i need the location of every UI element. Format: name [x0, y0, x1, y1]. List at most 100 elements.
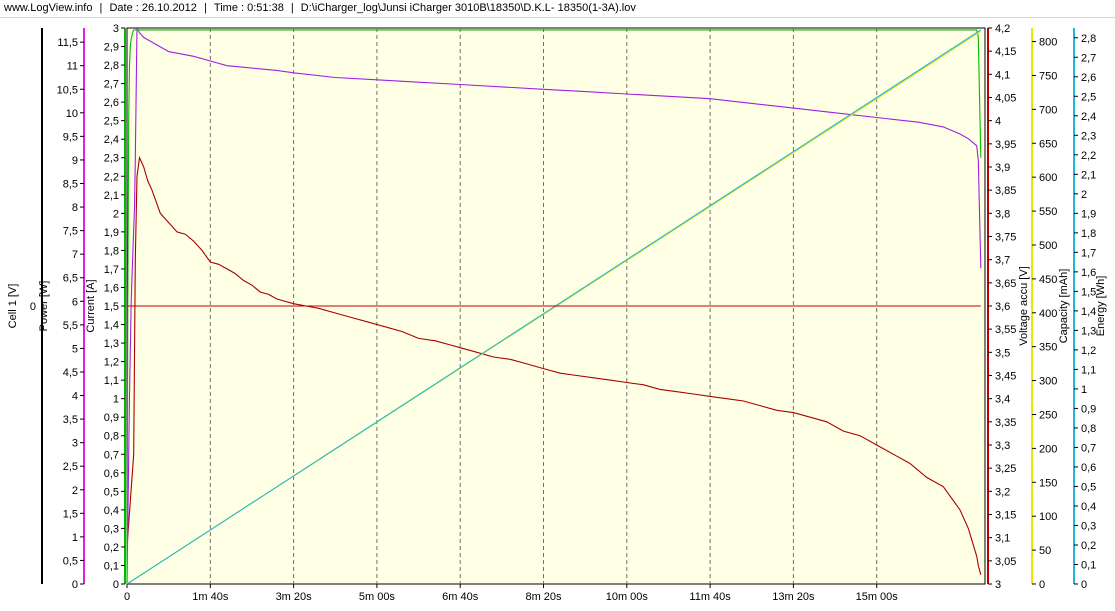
- current-tick-label: 2,6: [104, 97, 119, 109]
- current-tick-label: 1,3: [104, 338, 119, 350]
- capacity-tick-label: 700: [1039, 104, 1057, 116]
- voltage-axis-title: Voltage accu [V]: [1018, 266, 1030, 346]
- capacity-tick-label: 600: [1039, 172, 1057, 184]
- x-tick-label: 11m 40s: [689, 591, 731, 603]
- current-tick-label: 0,7: [104, 449, 119, 461]
- energy-tick-label: 0: [1081, 579, 1087, 591]
- capacity-tick-label: 500: [1039, 240, 1057, 252]
- voltage-tick-label: 3,5: [995, 347, 1010, 359]
- energy-tick-label: 1,4: [1081, 306, 1096, 318]
- energy-tick-label: 2,4: [1081, 111, 1096, 123]
- capacity-tick-label: 750: [1039, 70, 1057, 82]
- voltage-tick-label: 3,9: [995, 162, 1010, 174]
- current-tick-label: 1,9: [104, 227, 119, 239]
- current-tick-label: 2: [113, 208, 119, 220]
- power-tick-label: 1,5: [63, 508, 78, 520]
- cell1-tick-label: 0: [30, 301, 36, 313]
- x-tick-label: 10m 00s: [606, 591, 649, 603]
- energy-tick-label: 0,1: [1081, 559, 1096, 571]
- voltage-tick-label: 3,7: [995, 255, 1010, 267]
- energy-tick-label: 1: [1081, 384, 1087, 396]
- current-tick-label: 2,5: [104, 116, 119, 128]
- current-tick-label: 2,4: [104, 134, 119, 146]
- power-tick-label: 8,5: [63, 178, 78, 190]
- capacity-tick-label: 300: [1039, 376, 1057, 388]
- voltage-tick-label: 3,15: [995, 510, 1016, 522]
- energy-tick-label: 0,4: [1081, 501, 1096, 513]
- x-tick-label: 1m 40s: [192, 591, 229, 603]
- current-tick-label: 2,1: [104, 190, 119, 202]
- voltage-tick-label: 3,8: [995, 208, 1010, 220]
- energy-tick-label: 0,2: [1081, 540, 1096, 552]
- capacity-tick-label: 450: [1039, 274, 1057, 286]
- energy-tick-label: 1,9: [1081, 208, 1096, 220]
- power-tick-label: 9: [72, 155, 78, 167]
- voltage-tick-label: 4: [995, 116, 1001, 128]
- voltage-tick-label: 4,05: [995, 93, 1016, 105]
- voltage-tick-label: 3,95: [995, 139, 1016, 151]
- current-tick-label: 2,2: [104, 171, 119, 183]
- voltage-tick-label: 3,05: [995, 556, 1016, 568]
- current-axis-title: Current [A]: [85, 279, 97, 332]
- x-tick-label: 0: [124, 591, 130, 603]
- voltage-tick-label: 3,35: [995, 417, 1016, 429]
- power-tick-label: 0: [72, 579, 78, 591]
- current-tick-label: 2,8: [104, 60, 119, 72]
- energy-tick-label: 0,8: [1081, 423, 1096, 435]
- capacity-tick-label: 400: [1039, 308, 1057, 320]
- energy-tick-label: 2,7: [1081, 52, 1096, 64]
- current-tick-label: 3: [113, 23, 119, 35]
- energy-tick-label: 2,8: [1081, 33, 1096, 45]
- current-tick-label: 0,8: [104, 431, 119, 443]
- power-tick-label: 7,5: [63, 226, 78, 238]
- current-tick-label: 1,5: [104, 301, 119, 313]
- current-tick-label: 1,6: [104, 282, 119, 294]
- power-tick-label: 10: [66, 108, 78, 120]
- voltage-tick-label: 3,65: [995, 278, 1016, 290]
- voltage-tick-label: 3,55: [995, 324, 1016, 336]
- voltage-tick-label: 4,1: [995, 69, 1010, 81]
- x-tick-label: 13m 20s: [772, 591, 815, 603]
- energy-tick-label: 2,2: [1081, 150, 1096, 162]
- current-tick-label: 1,1: [104, 375, 119, 387]
- energy-tick-label: 0,6: [1081, 462, 1096, 474]
- energy-tick-label: 1,8: [1081, 228, 1096, 240]
- power-tick-label: 2,5: [63, 461, 78, 473]
- time-label: Time : 0:51:38: [213, 2, 284, 14]
- power-tick-label: 8: [72, 202, 78, 214]
- energy-tick-label: 1,1: [1081, 364, 1096, 376]
- voltage-tick-label: 3,45: [995, 371, 1016, 383]
- separator: |: [99, 2, 103, 14]
- voltage-tick-label: 3,1: [995, 533, 1010, 545]
- energy-tick-label: 1,6: [1081, 267, 1096, 279]
- energy-tick-label: 2,5: [1081, 91, 1096, 103]
- current-tick-label: 0,1: [104, 560, 119, 572]
- energy-tick-label: 2,1: [1081, 169, 1096, 181]
- power-tick-label: 0,5: [63, 555, 78, 567]
- capacity-tick-label: 350: [1039, 342, 1057, 354]
- energy-tick-label: 0,7: [1081, 442, 1096, 454]
- current-tick-label: 0,9: [104, 412, 119, 424]
- energy-tick-label: 0,5: [1081, 481, 1096, 493]
- current-tick-label: 2,7: [104, 79, 119, 91]
- power-tick-label: 4,5: [63, 367, 78, 379]
- voltage-tick-label: 3,2: [995, 486, 1010, 498]
- log-chart: 0 1m 40s 3m 20s 5m 00s 6m 40s 8m 20s 10m 00s 11…: [7, 23, 1107, 603]
- file-info-header: www.LogView.info | Date : 26.10.2012 | T…: [0, 0, 1115, 18]
- energy-tick-label: 2,6: [1081, 72, 1096, 84]
- site-label: www.LogView.info: [4, 2, 93, 14]
- separator: |: [290, 2, 294, 14]
- current-tick-label: 0,6: [104, 468, 119, 480]
- current-tick-label: 1,8: [104, 245, 119, 257]
- energy-axis-title: Energy [Wh]: [1095, 276, 1107, 337]
- voltage-tick-label: 3,3: [995, 440, 1010, 452]
- current-tick-label: 1: [113, 394, 119, 406]
- power-tick-label: 3,5: [63, 414, 78, 426]
- voltage-tick-label: 4,2: [995, 23, 1010, 35]
- power-tick-label: 1: [72, 532, 78, 544]
- power-tick-label: 9,5: [63, 131, 78, 143]
- voltage-tick-label: 3,4: [995, 394, 1010, 406]
- current-tick-label: 1,7: [104, 264, 119, 276]
- current-tick-label: 0,2: [104, 542, 119, 554]
- power-tick-label: 6,5: [63, 273, 78, 285]
